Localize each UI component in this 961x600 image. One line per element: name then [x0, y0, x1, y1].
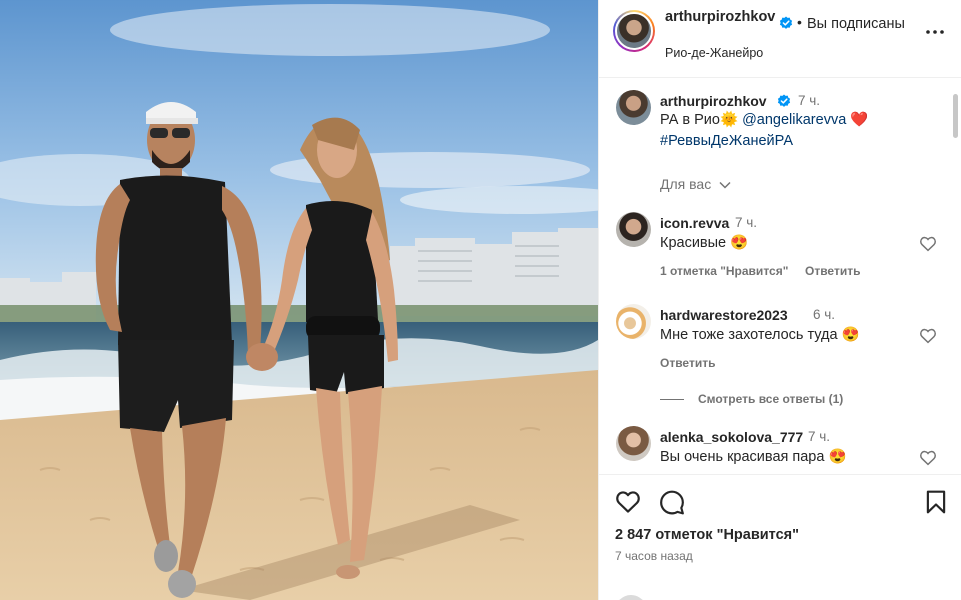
- chevron-down-icon: [719, 182, 731, 189]
- caption-time[interactable]: 7 ч.: [798, 93, 820, 108]
- comment-avatar[interactable]: [616, 212, 651, 247]
- post-header: arthurpirozhkov • Вы подписаны Рио-де-Жа…: [599, 0, 961, 78]
- comment-avatar[interactable]: [616, 304, 651, 339]
- post-location[interactable]: Рио-де-Жанейро: [665, 46, 763, 60]
- author-avatar[interactable]: [613, 10, 655, 52]
- comment-text: Вы очень красивая пара 😍: [660, 449, 847, 465]
- comment-avatar[interactable]: [616, 426, 651, 461]
- comment-text: Мне тоже захотелось туда 😍: [660, 327, 860, 343]
- posted-time[interactable]: 7 часов назад: [615, 549, 693, 563]
- sun-emoji: 🌞: [719, 112, 739, 128]
- caption-username[interactable]: arthurpirozhkov: [660, 93, 767, 109]
- current-user-avatar: [615, 595, 647, 600]
- caption-avatar[interactable]: [616, 90, 651, 125]
- comment-username[interactable]: icon.revva: [660, 215, 729, 231]
- for-you-label: Для вас: [660, 176, 712, 192]
- caption-text-prefix: РА в Рио: [660, 112, 720, 128]
- post-photo[interactable]: [0, 0, 598, 600]
- comment-text: Красивые 😍: [660, 235, 749, 251]
- comment-time[interactable]: 7 ч.: [735, 215, 757, 230]
- beach-couple-image: [0, 0, 598, 600]
- follow-status-button[interactable]: Вы подписаны: [807, 16, 905, 32]
- for-you-toggle[interactable]: Для вас: [660, 176, 731, 192]
- more-options-icon[interactable]: [925, 22, 945, 42]
- author-username[interactable]: arthurpirozhkov: [665, 8, 777, 26]
- heart-outline-icon[interactable]: [919, 235, 937, 253]
- likes-count[interactable]: 2 847 отметок "Нравится": [615, 527, 799, 543]
- caption-mention-link[interactable]: @angelikarevva: [742, 112, 846, 128]
- post-actions: 2 847 отметок "Нравится" 7 часов назад: [599, 474, 961, 600]
- view-replies-button[interactable]: Смотреть все ответы (1): [660, 392, 843, 406]
- comment-time[interactable]: 6 ч.: [813, 307, 835, 322]
- view-replies-label: Смотреть все ответы (1): [698, 392, 844, 406]
- caption-text: РА в Рио🌞 @angelikarevva ❤️ #РеввыДеЖане…: [660, 110, 940, 152]
- comment-username[interactable]: hardwarestore2023: [660, 307, 788, 323]
- comment-bubble-icon[interactable]: [659, 489, 685, 515]
- comment-likes-count[interactable]: 1 отметка "Нравится": [660, 264, 788, 278]
- heart-outline-icon[interactable]: [919, 327, 937, 345]
- verified-badge-icon: [779, 16, 793, 29]
- comments-list[interactable]: arthurpirozhkov 7 ч. РА в Рио🌞 @angelika…: [599, 78, 961, 474]
- reply-button[interactable]: Ответить: [660, 356, 715, 370]
- replies-line: [660, 399, 684, 401]
- bookmark-icon[interactable]: [923, 489, 949, 515]
- like-heart-icon[interactable]: [615, 489, 641, 515]
- header-separator: •: [797, 14, 802, 30]
- comments-scrollbar[interactable]: [953, 94, 958, 138]
- heart-emoji: ❤️: [850, 112, 869, 128]
- comment-username[interactable]: alenka_sokolova_777: [660, 429, 803, 445]
- comment-time[interactable]: 7 ч.: [808, 429, 830, 444]
- caption-hashtag-link[interactable]: #РеввыДеЖанейРА: [660, 133, 793, 149]
- reply-button[interactable]: Ответить: [805, 264, 860, 278]
- caption-verified-icon: [777, 94, 791, 107]
- heart-outline-icon[interactable]: [919, 449, 937, 467]
- post-side-panel: arthurpirozhkov • Вы подписаны Рио-де-Жа…: [598, 0, 961, 600]
